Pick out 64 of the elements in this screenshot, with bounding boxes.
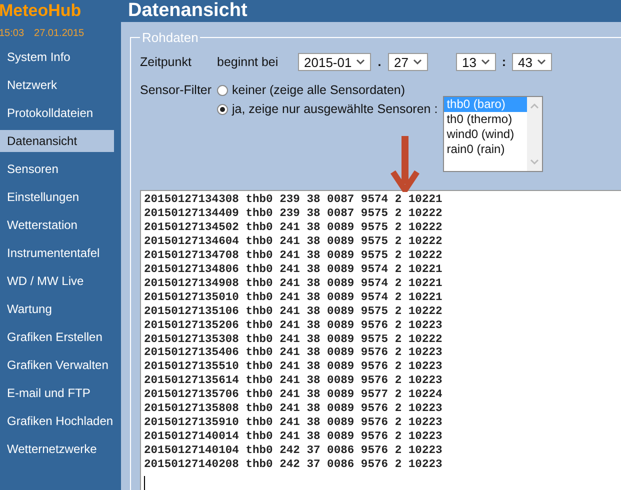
- radio-button[interactable]: [217, 84, 228, 96]
- data-line: 20150127135510 thb0 241 38 0089 9576 2 10223: [144, 361, 442, 374]
- sidebar-item[interactable]: Protokolldateien: [0, 102, 114, 124]
- text-cursor: [144, 476, 145, 490]
- data-line: 20150127134708 thb0 241 38 0089 9575 2 10222: [144, 250, 442, 264]
- radio-button[interactable]: [217, 104, 228, 114]
- sidebar-item[interactable]: Sensoren: [0, 158, 114, 180]
- hour-select[interactable]: 13: [456, 53, 496, 71]
- field-label: beginnt bei: [217, 55, 280, 69]
- fieldset-legend: Rohdaten: [140, 30, 200, 45]
- data-line: 20150127135308 thb0 241 38 0089 9575 2 10222: [144, 334, 442, 346]
- date-text: 27.01.2015: [34, 27, 84, 41]
- sidebar-item[interactable]: Datenansicht: [0, 130, 114, 152]
- data-line: 20150127140208 thb0 242 37 0086 9576 2 10223: [144, 459, 442, 474]
- sidebar-item[interactable]: Wetterstation: [0, 214, 114, 236]
- sidebar-item[interactable]: Instrumententafel: [0, 242, 114, 264]
- data-line: 20150127135808 thb0 241 38 0089 9576 2 10223: [144, 403, 442, 416]
- sidebar-item[interactable]: Netzwerk: [0, 74, 114, 96]
- caret-icon: [356, 59, 365, 65]
- page-title: Datenansicht: [128, 0, 248, 21]
- month-select[interactable]: 2015-01: [298, 53, 371, 71]
- data-line: 20150127135706 thb0 241 38 0089 9577 2 10224: [144, 389, 442, 402]
- sidebar-item[interactable]: Wetternetzwerke: [0, 438, 114, 460]
- data-line: 20150127135206 thb0 241 38 0089 9576 2 10223: [144, 320, 442, 334]
- arrow-drawing: [390, 134, 420, 192]
- sidebar-item[interactable]: Grafiken Verwalten: [0, 354, 114, 376]
- data-line: 20150127134806 thb0 241 38 0089 9574 2 10221: [144, 264, 442, 278]
- app-title: MeteoHub: [0, 0, 82, 22]
- data-line: 20150127134502 thb0 241 38 0089 9575 2 10222: [144, 222, 442, 236]
- sidebar-item[interactable]: Einstellungen: [0, 186, 114, 208]
- sidebar-item[interactable]: WD / MW Live: [0, 270, 114, 292]
- caret-icon: [481, 59, 490, 65]
- time-text: 15:03: [0, 27, 24, 41]
- data-line: 20150127134308 thb0 239 38 0087 9574 2 10221: [144, 194, 442, 208]
- data-line: 20150127140104 thb0 242 37 0086 9576 2 10223: [144, 445, 442, 458]
- radio-option[interactable]: keiner (zeige alle Sensordaten): [217, 83, 438, 97]
- data-line: 20150127134908 thb0 241 38 0089 9574 2 10221: [144, 278, 442, 292]
- data-line: 20150127140014 thb0 241 38 0089 9576 2 10223: [144, 431, 442, 444]
- data-line: 20150127135106 thb0 241 38 0089 9575 2 10222: [144, 306, 442, 320]
- field-label: Zeitpunkt: [140, 55, 192, 69]
- listbox-option[interactable]: th0 (thermo): [444, 112, 527, 127]
- data-line: 20150127135010 thb0 241 38 0089 9574 2 10221: [144, 292, 442, 306]
- sidebar-item[interactable]: Wartung: [0, 298, 114, 320]
- data-line: 20150127134409 thb0 239 38 0087 9575 2 10222: [144, 208, 442, 222]
- listbox-option[interactable]: rain0 (rain): [444, 142, 527, 157]
- data-textarea[interactable]: [140, 190, 621, 490]
- data-line: 20150127135614 thb0 241 38 0089 9576 2 10223: [144, 375, 442, 388]
- radio-option[interactable]: ja, zeige nur ausgewählte Sensoren :: [217, 102, 438, 116]
- sensor-listbox[interactable]: thb0 (baro) th0 (thermo) wind0 (wind) rain0 (rain): [442, 96, 543, 172]
- sidebar-item[interactable]: Grafiken Hochladen: [0, 410, 114, 432]
- time-separator: :: [500, 55, 508, 69]
- data-line: 20150127135910 thb0 241 38 0089 9576 2 10223: [144, 417, 442, 430]
- field-label: Sensor-Filter: [140, 83, 213, 97]
- caret-icon: [413, 59, 422, 65]
- data-line: 20150127135406 thb0 241 38 0089 9576 2 10223: [144, 347, 442, 360]
- listbox-option[interactable]: wind0 (wind): [444, 127, 527, 142]
- sidebar-item[interactable]: System Info: [0, 46, 114, 68]
- sidebar-item[interactable]: E-mail und FTP: [0, 382, 114, 404]
- data-line: 20150127134604 thb0 241 38 0089 9575 2 10222: [144, 236, 442, 250]
- minute-select[interactable]: 43: [512, 53, 552, 71]
- day-select[interactable]: 27: [388, 53, 428, 71]
- caret-icon: [537, 59, 546, 65]
- sidebar-item[interactable]: Grafiken Erstellen: [0, 326, 114, 348]
- date-separator: .: [376, 55, 382, 69]
